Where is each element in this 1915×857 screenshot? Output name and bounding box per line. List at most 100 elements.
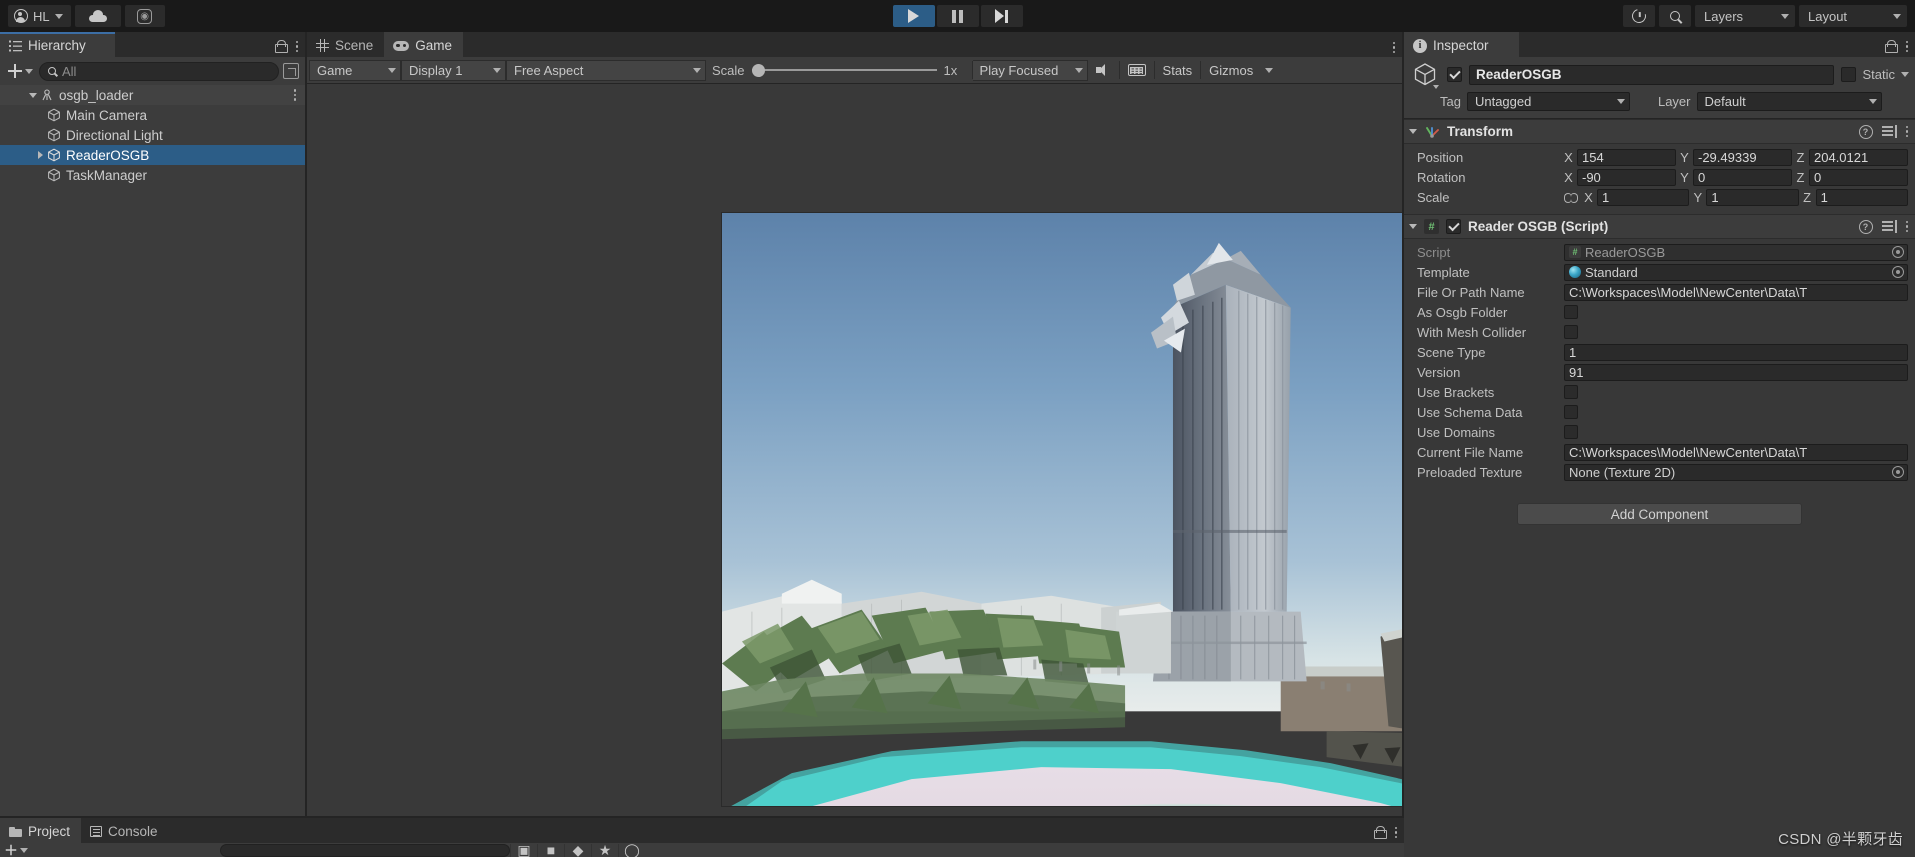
static-checkbox[interactable] (1841, 67, 1857, 82)
preset-icon[interactable] (1881, 125, 1897, 138)
pause-button[interactable] (936, 5, 979, 27)
game-viewport[interactable] (307, 84, 1402, 816)
link-constraint-icon[interactable] (1564, 192, 1578, 203)
scene-type-input[interactable]: 1 (1564, 343, 1908, 361)
layers-dropdown[interactable]: Layers (1695, 5, 1795, 27)
rotation-x-input[interactable]: -90 (1577, 168, 1676, 186)
play-mode-dropdown[interactable]: Play Focused (972, 59, 1088, 81)
preloaded-texture-object-field[interactable]: None (Texture 2D) (1564, 463, 1908, 481)
gameobject-active-checkbox[interactable] (1447, 67, 1462, 82)
add-gameobject-button[interactable] (6, 64, 35, 78)
mute-audio-button[interactable] (1088, 60, 1119, 81)
project-add-icon[interactable] (5, 844, 17, 856)
foldout-expanded-icon[interactable] (26, 92, 40, 98)
position-x-input[interactable]: 154 (1577, 148, 1676, 166)
tag-dropdown[interactable]: Untagged (1466, 91, 1630, 111)
project-filter-icon[interactable]: ▣ (510, 843, 537, 857)
scale-z-input[interactable]: 1 (1815, 188, 1908, 206)
aspect-ratio-dropdown[interactable]: Free Aspect (506, 59, 706, 81)
component-menu-icon[interactable] (1905, 220, 1908, 233)
help-icon[interactable]: ? (1858, 124, 1873, 139)
position-y-input[interactable]: -29.49339 (1693, 148, 1792, 166)
object-picker-icon[interactable] (1892, 246, 1904, 258)
rendered-3d-scene[interactable] (721, 212, 1402, 807)
play-button[interactable] (892, 5, 935, 27)
project-type-filter-icon[interactable]: ■ (537, 843, 564, 857)
add-component-button[interactable]: Add Component (1517, 503, 1802, 525)
global-search-button[interactable] (1659, 5, 1691, 27)
tab-scene[interactable]: Scene (307, 32, 384, 57)
scale-slider[interactable] (751, 63, 937, 77)
scale-y-input[interactable]: 1 (1706, 188, 1799, 206)
object-picker-icon[interactable] (1892, 466, 1904, 478)
divider-hierarchy-game[interactable] (305, 32, 307, 818)
hierarchy-row-readerosgb[interactable]: ReaderOSGB (0, 145, 305, 165)
tab-inspector[interactable]: i Inspector (1404, 32, 1519, 57)
collab-button[interactable]: ◉ (124, 5, 165, 27)
hierarchy-row-taskmanager[interactable]: TaskManager (0, 165, 305, 185)
hierarchy-row-menu-icon[interactable] (293, 89, 296, 101)
divider-game-inspector[interactable] (1402, 32, 1404, 818)
foldout-expanded-icon[interactable] (1409, 224, 1417, 229)
project-menu-icon[interactable] (1394, 826, 1397, 839)
layer-dropdown[interactable]: Default (1696, 91, 1882, 111)
hierarchy-row-directional-light[interactable]: Directional Light (0, 125, 305, 145)
foldout-expanded-icon[interactable] (1409, 129, 1417, 134)
cloud-button[interactable] (74, 5, 121, 27)
project-view-icon[interactable]: ◯ (618, 843, 645, 857)
slider-knob[interactable] (751, 63, 765, 77)
component-header-reader-osgb[interactable]: # Reader OSGB (Script) ? (1404, 214, 1915, 239)
inspector-menu-icon[interactable] (1905, 40, 1908, 53)
scale-x-input[interactable]: 1 (1597, 188, 1690, 206)
gameobject-name-input[interactable]: ReaderOSGB (1469, 64, 1835, 85)
display-dropdown[interactable]: Display 1 (401, 59, 506, 81)
as-osgb-folder-checkbox[interactable] (1564, 305, 1578, 319)
lock-icon[interactable] (1373, 826, 1387, 839)
game-menu-icon[interactable] (1392, 41, 1395, 53)
step-button[interactable] (980, 5, 1023, 27)
file-or-path-name-input[interactable]: C:\Workspaces\Model\NewCenter\Data\T (1564, 283, 1908, 301)
layout-dropdown[interactable]: Layout (1799, 5, 1907, 27)
account-button[interactable]: HL (8, 5, 71, 27)
chevron-down-icon[interactable] (20, 847, 28, 853)
tab-game[interactable]: Game (384, 32, 464, 57)
project-label-filter-icon[interactable]: ◆ (564, 843, 591, 857)
stats-button[interactable]: Stats (1155, 60, 1201, 81)
hierarchy-row-main-camera[interactable]: Main Camera (0, 105, 305, 125)
use-domains-checkbox[interactable] (1564, 425, 1578, 439)
lock-icon[interactable] (274, 40, 288, 53)
tab-project[interactable]: Project (0, 818, 82, 843)
preset-icon[interactable] (1881, 220, 1897, 233)
project-favorite-icon[interactable]: ★ (591, 843, 618, 857)
use-brackets-checkbox[interactable] (1564, 385, 1578, 399)
object-picker-icon[interactable] (1892, 266, 1904, 278)
chevron-down-icon[interactable] (1901, 72, 1909, 77)
version-input[interactable]: 91 (1564, 363, 1908, 381)
project-search-input[interactable] (220, 843, 510, 857)
hierarchy-menu-icon[interactable] (295, 40, 298, 53)
rotation-y-input[interactable]: 0 (1693, 168, 1792, 186)
view-mode-dropdown[interactable]: Game (309, 59, 401, 81)
rotation-z-input[interactable]: 0 (1809, 168, 1908, 186)
lock-icon[interactable] (1884, 40, 1898, 53)
component-header-transform[interactable]: Transform ? (1404, 119, 1915, 144)
gizmos-dropdown[interactable]: Gizmos (1201, 60, 1281, 81)
current-file-name-input[interactable]: C:\Workspaces\Model\NewCenter\Data\T (1564, 443, 1908, 461)
help-icon[interactable]: ? (1858, 219, 1873, 234)
tab-hierarchy[interactable]: Hierarchy (0, 32, 115, 57)
divider-game-project[interactable] (0, 816, 1404, 818)
component-menu-icon[interactable] (1905, 125, 1908, 138)
use-schema-data-checkbox[interactable] (1564, 405, 1578, 419)
with-mesh-collider-checkbox[interactable] (1564, 325, 1578, 339)
template-object-field[interactable]: Standard (1564, 263, 1908, 281)
keyboard-input-button[interactable] (1120, 60, 1154, 81)
hierarchy-row-osgb-loader[interactable]: osgb_loader (0, 85, 305, 105)
open-in-new-window-icon[interactable] (283, 63, 299, 79)
tab-console[interactable]: Console (81, 818, 169, 843)
chevron-down-icon[interactable] (1433, 84, 1439, 89)
foldout-collapsed-icon[interactable] (33, 151, 47, 159)
hierarchy-search-input[interactable]: All (39, 61, 279, 81)
undo-history-button[interactable] (1623, 5, 1655, 27)
component-enabled-checkbox[interactable] (1446, 219, 1461, 234)
position-z-input[interactable]: 204.0121 (1809, 148, 1908, 166)
